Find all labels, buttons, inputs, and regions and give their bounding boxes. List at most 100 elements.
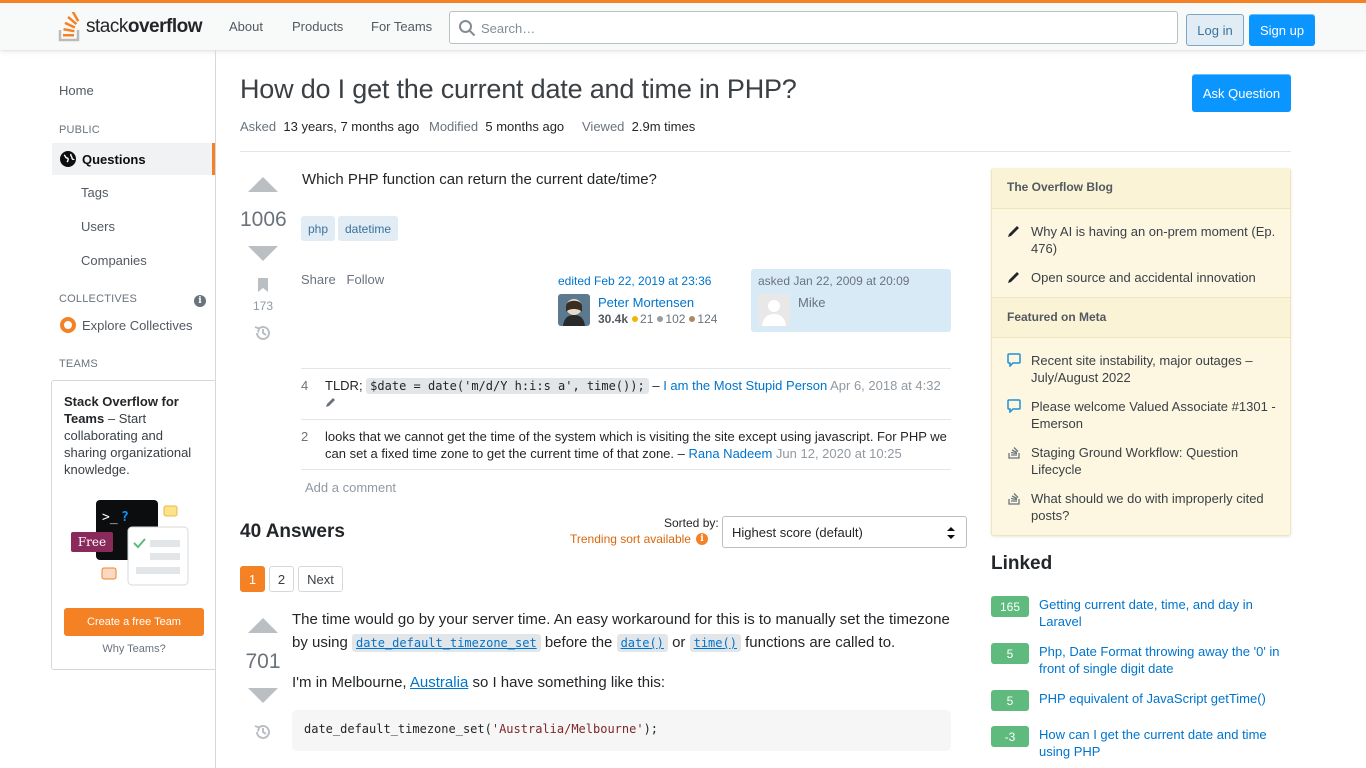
sorted-by-label: Sorted by:: [664, 516, 719, 530]
page-1[interactable]: 1: [240, 566, 265, 592]
modified-meta: Modified 5 months ago: [429, 119, 565, 134]
sort-select[interactable]: Highest score (default): [722, 516, 967, 548]
asked-date: asked Jan 22, 2009 at 20:09: [758, 274, 910, 288]
info-icon: i: [695, 533, 708, 545]
bookmark-icon[interactable]: [257, 277, 269, 293]
follow-link[interactable]: Follow: [347, 272, 385, 287]
meta-item[interactable]: Please welcome Valued Associate #1301 - …: [1007, 398, 1277, 432]
login-button[interactable]: Log in: [1186, 14, 1244, 46]
bookmark-count: 173: [252, 299, 274, 313]
create-team-button[interactable]: Create a free Team: [64, 608, 204, 636]
editor-card: edited Feb 22, 2019 at 23:36 Peter Morte…: [558, 274, 738, 326]
comment: 4 TLDR; $date = date('m/d/Y h:i:s a', ti…: [301, 368, 951, 419]
collectives-heading: COLLECTIVES: [59, 293, 138, 305]
search-box[interactable]: [449, 11, 1178, 44]
search-input[interactable]: [481, 18, 1161, 38]
editor-reputation: 30.4k 21 102 124: [598, 312, 718, 326]
comment-score: 4: [301, 378, 309, 393]
linked-question-link[interactable]: Getting current date, time, and day in L…: [1039, 596, 1291, 630]
globe-icon: [60, 151, 76, 167]
code-link-date[interactable]: date(): [616, 634, 668, 652]
tag-php[interactable]: php: [301, 216, 336, 241]
chat-bubble-icon: [1007, 399, 1021, 413]
comment-date[interactable]: Apr 6, 2018 at 4:32: [827, 378, 941, 393]
nav-about[interactable]: About: [229, 19, 263, 34]
code-link-time[interactable]: time(): [689, 634, 741, 652]
nav-companies[interactable]: Companies: [81, 253, 147, 268]
meta-item[interactable]: Staging Ground Workflow: Question Lifecy…: [1007, 444, 1277, 478]
asker-card: asked Jan 22, 2009 at 20:09 Mike: [751, 269, 951, 332]
code-block: date_default_timezone_set('Australia/Mel…: [292, 710, 951, 751]
nav-users[interactable]: Users: [81, 219, 115, 234]
add-comment-link[interactable]: Add a comment: [305, 480, 396, 495]
comment: 2 looks that we cannot get the time of t…: [301, 419, 951, 470]
blog-item[interactable]: Why AI is having an on-prem moment (Ep. …: [1007, 223, 1277, 257]
answer-paragraph: I'm in Melbourne, Australia so I have so…: [292, 674, 666, 691]
divider: [240, 151, 1291, 152]
question-vote-cell: 1006 173: [240, 177, 287, 343]
meta-item[interactable]: What should we do with improperly cited …: [1007, 490, 1277, 524]
page-next[interactable]: Next: [298, 566, 343, 592]
comment-date[interactable]: Jun 12, 2020 at 10:25: [772, 446, 902, 461]
edited-link[interactable]: edited Feb 22, 2019 at 23:36: [558, 274, 711, 288]
why-teams-link[interactable]: Why Teams?: [64, 643, 204, 655]
linked-question-link[interactable]: PHP equivalent of JavaScript getTime(): [1039, 690, 1291, 707]
asker-name[interactable]: Mike: [798, 295, 825, 310]
stack-logo-icon: [1008, 447, 1020, 459]
blog-item[interactable]: Open source and accidental innovation: [1007, 269, 1277, 286]
meta-item[interactable]: Recent site instability, major outages –…: [1007, 352, 1277, 386]
trending-sort-notice[interactable]: Trending sort available i: [570, 532, 708, 546]
code-link-timezone-set[interactable]: date_default_timezone_set: [352, 634, 541, 652]
comments-list: 4 TLDR; $date = date('m/d/Y h:i:s a', ti…: [301, 368, 951, 470]
teams-heading: TEAMS: [59, 358, 98, 370]
left-sidebar: Home PUBLIC Questions Tags Users Compani…: [0, 50, 216, 768]
nav-products[interactable]: Products: [292, 19, 343, 34]
search-icon: [459, 20, 476, 37]
silver-badge-icon: [657, 316, 664, 322]
comment-code: $date = date('m/d/Y h:i:s a', time());: [366, 378, 649, 394]
history-icon[interactable]: [253, 323, 273, 343]
info-icon[interactable]: i: [194, 295, 206, 307]
linked-score-badge[interactable]: 165: [991, 596, 1029, 617]
comment-user[interactable]: Rana Nadeem: [688, 446, 772, 461]
viewed-meta: Viewed 2.9m times: [582, 119, 696, 134]
stackoverflow-logo-icon: [58, 12, 80, 42]
meta-heading: Featured on Meta: [992, 297, 1290, 338]
post-menu: Share Follow: [301, 272, 384, 287]
signup-button[interactable]: Sign up: [1249, 14, 1315, 46]
linked-score-badge[interactable]: 5: [991, 690, 1029, 711]
linked-score-badge[interactable]: -3: [991, 726, 1029, 747]
downvote-icon[interactable]: [248, 246, 278, 261]
nav-explore-collectives[interactable]: Explore Collectives: [60, 317, 193, 333]
question-title[interactable]: How do I get the current date and time i…: [240, 74, 797, 105]
editor-name[interactable]: Peter Mortensen: [598, 295, 694, 310]
linked-question-link[interactable]: How can I get the current date and time …: [1039, 726, 1291, 760]
upvote-icon[interactable]: [248, 177, 278, 192]
edit-pencil-icon[interactable]: [325, 396, 337, 408]
asked-meta: Asked 13 years, 7 months ago: [240, 119, 420, 134]
australia-link[interactable]: Australia: [410, 674, 468, 691]
sort-select-value: Highest score (default): [732, 524, 863, 540]
question-score: 1006: [240, 208, 287, 231]
overflow-blog-widget: The Overflow Blog Why AI is having an on…: [991, 168, 1291, 536]
history-icon[interactable]: [253, 722, 273, 742]
comment-user[interactable]: I am the Most Stupid Person: [663, 378, 827, 393]
downvote-icon[interactable]: [248, 688, 278, 703]
nav-questions[interactable]: Questions: [52, 143, 215, 175]
nav-tags[interactable]: Tags: [81, 185, 108, 200]
linked-score-badge[interactable]: 5: [991, 643, 1029, 664]
teams-promo-text: Stack Overflow for Teams – Start collabo…: [64, 394, 192, 477]
tag-datetime[interactable]: datetime: [338, 216, 399, 241]
nav-home[interactable]: Home: [59, 83, 94, 98]
upvote-icon[interactable]: [248, 618, 278, 633]
linked-question-link[interactable]: Php, Date Format throwing away the '0' i…: [1039, 643, 1291, 677]
stackoverflow-logo[interactable]: stackoverflow: [58, 11, 208, 43]
asker-avatar[interactable]: [758, 294, 790, 326]
share-link[interactable]: Share: [301, 272, 336, 287]
public-heading: PUBLIC: [59, 124, 100, 136]
nav-for-teams[interactable]: For Teams: [371, 19, 432, 34]
ask-question-button[interactable]: Ask Question: [1192, 74, 1291, 112]
page-2[interactable]: 2: [269, 566, 294, 592]
editor-avatar[interactable]: [558, 294, 590, 326]
explore-collectives-label: Explore Collectives: [82, 317, 193, 333]
